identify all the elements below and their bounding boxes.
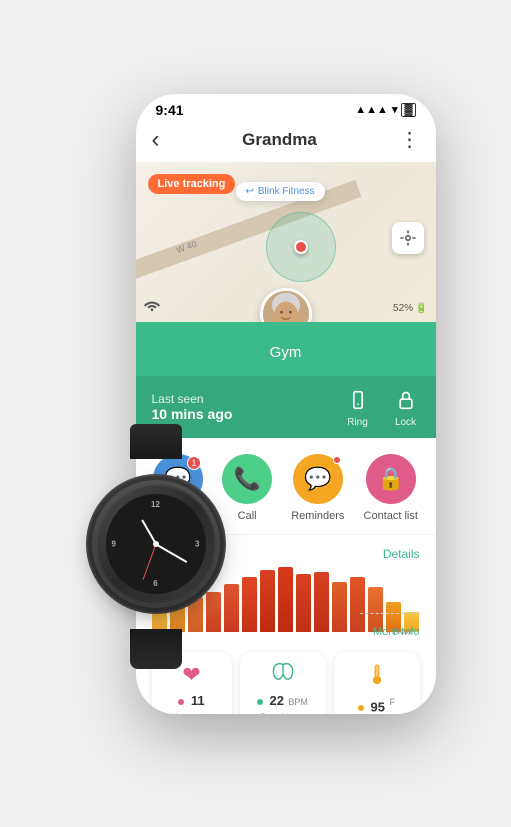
ring-label: Ring bbox=[347, 417, 368, 428]
signal-icon: ▲▲▲ bbox=[355, 104, 388, 116]
chart-bar bbox=[296, 574, 311, 632]
contact-list-icon: 🔒 bbox=[366, 454, 416, 504]
heart-dot bbox=[178, 699, 184, 705]
second-hand bbox=[142, 543, 156, 579]
watch-overlay: 12 3 6 9 bbox=[76, 454, 276, 654]
activity-details-link[interactable]: Details bbox=[383, 547, 420, 561]
heart-label: Heart rate bbox=[160, 712, 224, 714]
clock-3: 3 bbox=[195, 539, 199, 548]
last-seen-text: Last seen 10 mins ago bbox=[152, 392, 233, 422]
contact-list-label: Contact list bbox=[364, 510, 418, 522]
more-info-link[interactable]: More Info bbox=[373, 626, 419, 638]
clock-9: 9 bbox=[112, 539, 116, 548]
ring-action[interactable]: Ring bbox=[344, 386, 372, 428]
clock-6: 6 bbox=[153, 579, 157, 588]
temp-icon bbox=[342, 662, 412, 693]
status-time: 9:41 bbox=[156, 102, 184, 118]
battery-status: 52% 🔋 bbox=[393, 303, 427, 314]
satellite-button[interactable] bbox=[392, 222, 424, 254]
back-arrow-icon: ↩ bbox=[246, 186, 254, 197]
chart-bar bbox=[350, 577, 365, 632]
ring-icon bbox=[344, 386, 372, 414]
reminders-button[interactable]: 💬 Reminders bbox=[291, 454, 344, 522]
status-bar: 9:41 ▲▲▲ ▾ ▓ bbox=[136, 94, 436, 122]
lock-action[interactable]: Lock bbox=[392, 386, 420, 428]
last-seen-time: 10 mins ago bbox=[152, 406, 233, 422]
minute-hand bbox=[155, 543, 187, 562]
map-area: W 40 Live tracking ↩ Blink Fitness bbox=[136, 162, 436, 322]
watch-strap-top bbox=[130, 424, 182, 459]
battery-icon: ▓ bbox=[401, 103, 415, 117]
reminders-icon: 💬 bbox=[293, 454, 343, 504]
info-bar: Gym bbox=[136, 322, 436, 376]
breath-value-row: 22 BPM bbox=[248, 692, 318, 710]
battery-bar-icon: 🔋 bbox=[415, 303, 427, 314]
back-button[interactable]: ‹ bbox=[152, 126, 160, 154]
last-seen-label: Last seen bbox=[152, 392, 233, 406]
fitness-bubble[interactable]: ↩ Blink Fitness bbox=[236, 182, 325, 201]
breath-rate-card: 22 BPM Breath rate bbox=[240, 652, 326, 714]
watch-face: 12 3 6 9 bbox=[106, 494, 206, 594]
action-icons: Ring Lock bbox=[344, 386, 420, 428]
live-tracking-badge: Live tracking bbox=[148, 174, 236, 194]
map-wifi-icon bbox=[144, 298, 160, 314]
temp-dot bbox=[358, 705, 364, 711]
lungs-icon bbox=[248, 662, 318, 688]
person-avatar bbox=[260, 288, 312, 322]
lock-label: Lock bbox=[395, 417, 416, 428]
chart-bar bbox=[314, 572, 329, 632]
breath-label: Breath rate bbox=[248, 712, 318, 714]
contact-list-button[interactable]: 🔒 Contact list bbox=[364, 454, 418, 522]
watch-strap-bottom bbox=[130, 629, 182, 669]
wifi-icon: ▾ bbox=[392, 103, 398, 116]
chart-bar bbox=[278, 567, 293, 632]
chart-bar bbox=[332, 582, 347, 632]
top-nav: ‹ Grandma ⋮ bbox=[136, 122, 436, 162]
location-circle bbox=[266, 212, 336, 282]
fitness-name: Blink Fitness bbox=[258, 186, 315, 197]
heart-value: 11 bbox=[160, 692, 224, 710]
location-dot bbox=[294, 240, 308, 254]
reminders-label: Reminders bbox=[291, 510, 344, 522]
clock-center bbox=[153, 541, 159, 547]
battery-percent: 52% bbox=[393, 303, 413, 314]
location-name: Gym bbox=[270, 344, 302, 361]
clock-12: 12 bbox=[151, 500, 160, 509]
status-icons: ▲▲▲ ▾ ▓ bbox=[355, 103, 415, 117]
lock-icon bbox=[392, 386, 420, 414]
watch-case: 12 3 6 9 bbox=[96, 484, 216, 604]
dashed-line bbox=[360, 613, 420, 614]
temp-value-row: 95 F bbox=[342, 697, 412, 714]
reminders-badge bbox=[333, 456, 341, 464]
breath-dot bbox=[257, 699, 263, 705]
temperature-card: 95 F Temperature bbox=[334, 652, 420, 714]
page-title: Grandma bbox=[242, 130, 317, 150]
more-menu-button[interactable]: ⋮ bbox=[399, 127, 419, 152]
